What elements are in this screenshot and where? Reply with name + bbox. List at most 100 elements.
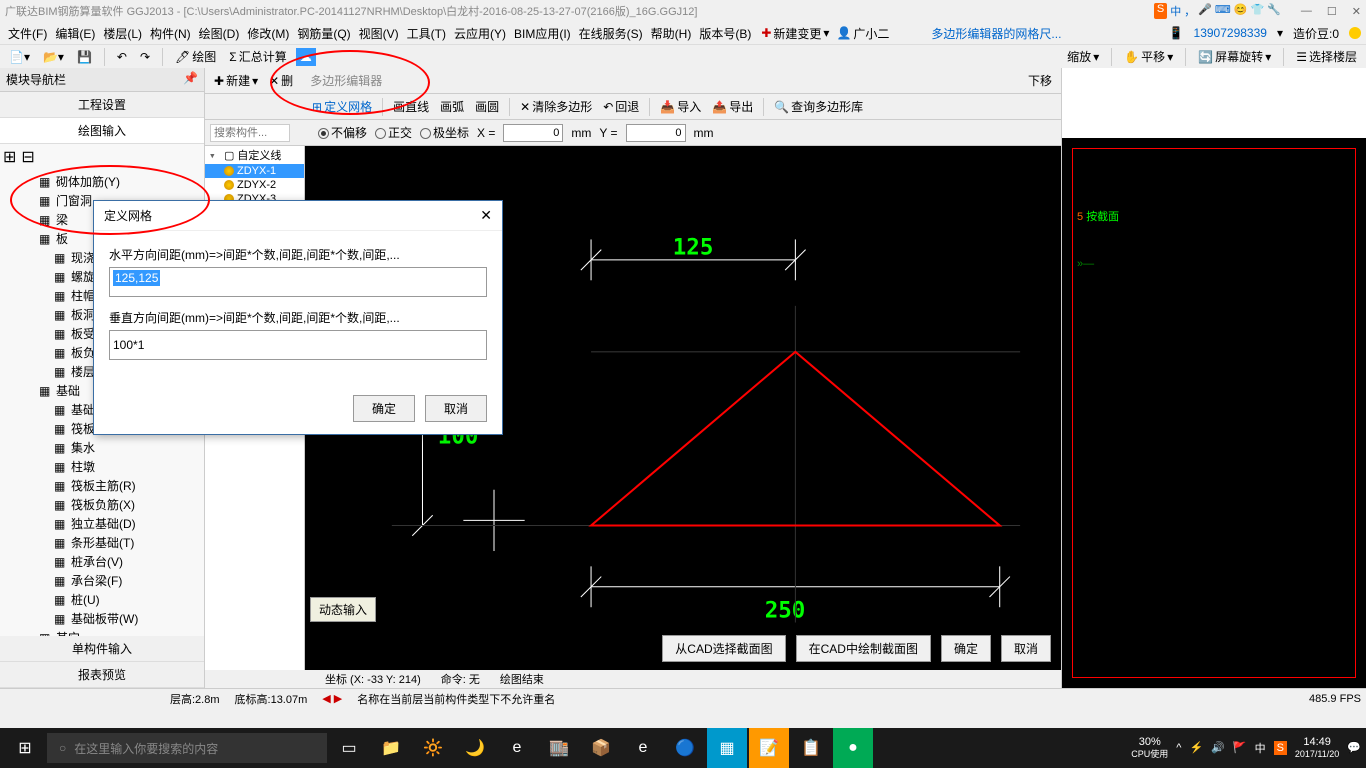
task-view-icon[interactable]: ▭ [329,728,369,768]
nav-arrows[interactable]: ◀ ▶ [322,692,342,705]
menu-version[interactable]: 版本号(B) [696,23,754,44]
tray-net-icon[interactable]: ⚡ [1189,741,1203,754]
tree-item[interactable]: ▦基础板带(W) [2,609,202,628]
task-app2-icon[interactable]: 🌙 [455,728,495,768]
tree-item[interactable]: ▦砌体加筋(Y) [2,172,202,191]
menu-edit[interactable]: 编辑(E) [52,23,98,44]
clock[interactable]: 14:49 2017/11/20 [1295,736,1339,760]
dropdown-icon[interactable]: ▾ [1277,26,1283,40]
tree-item[interactable]: ▦独立基础(D) [2,514,202,533]
ime-emoji-icon[interactable]: 😊 [1234,3,1248,19]
task-store-icon[interactable]: 🏬 [539,728,579,768]
define-grid-btn[interactable]: ⊞ 定义网格 [308,96,376,117]
undo-polygon-btn[interactable]: ↶ 回退 [599,96,643,117]
ime-cn[interactable]: 中 [1170,3,1181,19]
chevron-down-icon[interactable]: ▾ [823,26,829,40]
task-app5-icon[interactable]: 📝 [749,728,789,768]
phone-number[interactable]: 13907298339 [1194,26,1267,40]
menu-view[interactable]: 视图(V) [356,23,402,44]
ime-keyboard-icon[interactable]: ⌨ [1215,3,1231,19]
start-button[interactable]: ⊞ [5,728,45,768]
task-app6-icon[interactable]: 📋 [791,728,831,768]
task-app1-icon[interactable]: 🔆 [413,728,453,768]
tray-vol-icon[interactable]: 🔊 [1211,741,1225,754]
report-tab[interactable]: 报表预览 [0,662,204,688]
ime-wrench-icon[interactable]: 🔧 [1267,3,1281,19]
tree-item[interactable]: ▦桩(U) [2,590,202,609]
menu-file[interactable]: 文件(F) [5,23,50,44]
open-file-icon[interactable]: 📂▾ [39,48,68,66]
cad-select-btn[interactable]: 从CAD选择截面图 [662,635,785,662]
scale-btn[interactable]: 缩放 ▾ [1063,46,1103,67]
move-down-btn[interactable]: 下移 [1024,70,1056,91]
task-qq-icon[interactable]: 🔵 [665,728,705,768]
task-app4-icon[interactable]: ▦ [707,728,747,768]
x-input[interactable] [503,124,563,142]
task-app3-icon[interactable]: 📦 [581,728,621,768]
list-root[interactable]: ▾▢ 自定义线 [205,146,304,164]
minimize-icon[interactable]: — [1301,5,1312,18]
export-btn[interactable]: 📤 导出 [708,96,757,117]
tree-item[interactable]: ▦桩承台(V) [2,552,202,571]
maximize-icon[interactable]: ☐ [1327,5,1337,18]
task-edge-icon[interactable]: e [497,728,537,768]
redo-icon[interactable]: ↷ [136,48,154,66]
new-component-btn[interactable]: ✚ 新建 ▾ [210,70,262,91]
section-canvas[interactable]: 5 按截面 »— [1062,138,1366,688]
expand-icon[interactable]: ⊞ [3,147,16,167]
menu-component[interactable]: 构件(N) [147,23,194,44]
dialog-cancel-btn[interactable]: 取消 [425,395,487,422]
collapse-icon[interactable]: ⊟ [21,147,34,167]
task-ie-icon[interactable]: e [623,728,663,768]
menu-cloud[interactable]: 云应用(Y) [451,23,509,44]
save-icon[interactable]: 💾 [73,48,96,66]
rotate-btn[interactable]: 🔄 屏幕旋转 ▾ [1194,46,1275,67]
close-icon[interactable]: ✕ [1352,5,1361,18]
list-item[interactable]: ZDYX-1 [205,164,304,178]
select-floor-btn[interactable]: ☰ 选择楼层 [1292,46,1361,67]
taskbar-search[interactable]: ○ 在这里输入你要搜索的内容 [47,733,327,763]
tree-item[interactable]: ▦其它 [2,628,202,636]
ime-s-icon[interactable]: S [1154,3,1167,19]
dialog-close-icon[interactable]: ✕ [480,207,492,224]
tray-up-icon[interactable]: ^ [1176,742,1181,754]
menu-online[interactable]: 在线服务(S) [576,23,646,44]
dialog-ok-btn[interactable]: 确定 [353,395,415,422]
clear-polygon-btn[interactable]: ✕ 清除多边形 [516,96,596,117]
tray-ime-icon[interactable]: 中 [1255,740,1266,756]
query-btn[interactable]: 🔍 查询多边形库 [770,96,867,117]
draw-btn[interactable]: 🖊 绘图 [171,46,220,67]
task-folder-icon[interactable]: 📁 [371,728,411,768]
menu-draw[interactable]: 绘图(D) [196,23,243,44]
single-input-tab[interactable]: 单构件输入 [0,636,204,662]
menu-modify[interactable]: 修改(M) [244,23,292,44]
h-spacing-input[interactable]: 125,125 [109,267,487,297]
ime-mic-icon[interactable]: 🎤 [1198,3,1212,19]
menu-floor[interactable]: 楼层(L) [100,23,145,44]
task-app7-icon[interactable]: ● [833,728,873,768]
tree-item[interactable]: ▦集水 [2,438,202,457]
draw-circle-btn[interactable]: 画圆 [471,96,503,117]
new-file-icon[interactable]: 📄▾ [5,48,34,66]
draw-arc-btn[interactable]: 画弧 [436,96,468,117]
dialog-titlebar[interactable]: 定义网格 ✕ [94,201,502,231]
tray-s-icon[interactable]: S [1274,741,1287,755]
pin-icon[interactable]: 📌 [183,71,198,88]
ime-shirt-icon[interactable]: 👕 [1251,3,1265,19]
center-cancel-btn[interactable]: 取消 [1001,635,1051,662]
user-name[interactable]: 广小二 [853,25,889,42]
tree-item[interactable]: ▦筏板负筋(X) [2,495,202,514]
import-btn[interactable]: 📥 导入 [656,96,705,117]
list-item[interactable]: ZDYX-2 [205,178,304,192]
cad-draw-btn[interactable]: 在CAD中绘制截面图 [796,635,931,662]
pan-btn[interactable]: ✋ 平移 ▾ [1120,46,1177,67]
cloud-icon[interactable]: ☁ [296,48,316,66]
tray-flag-icon[interactable]: 🚩 [1233,741,1247,754]
cpu-meter[interactable]: 30% CPU使用 [1131,736,1168,760]
delete-btn[interactable]: ✕ 删 [265,70,297,91]
menu-bim[interactable]: BIM应用(I) [511,23,574,44]
menu-rebar[interactable]: 钢筋量(Q) [294,23,353,44]
tree-item[interactable]: ▦条形基础(T) [2,533,202,552]
polar-radio[interactable] [420,128,431,139]
search-input[interactable] [210,124,290,142]
